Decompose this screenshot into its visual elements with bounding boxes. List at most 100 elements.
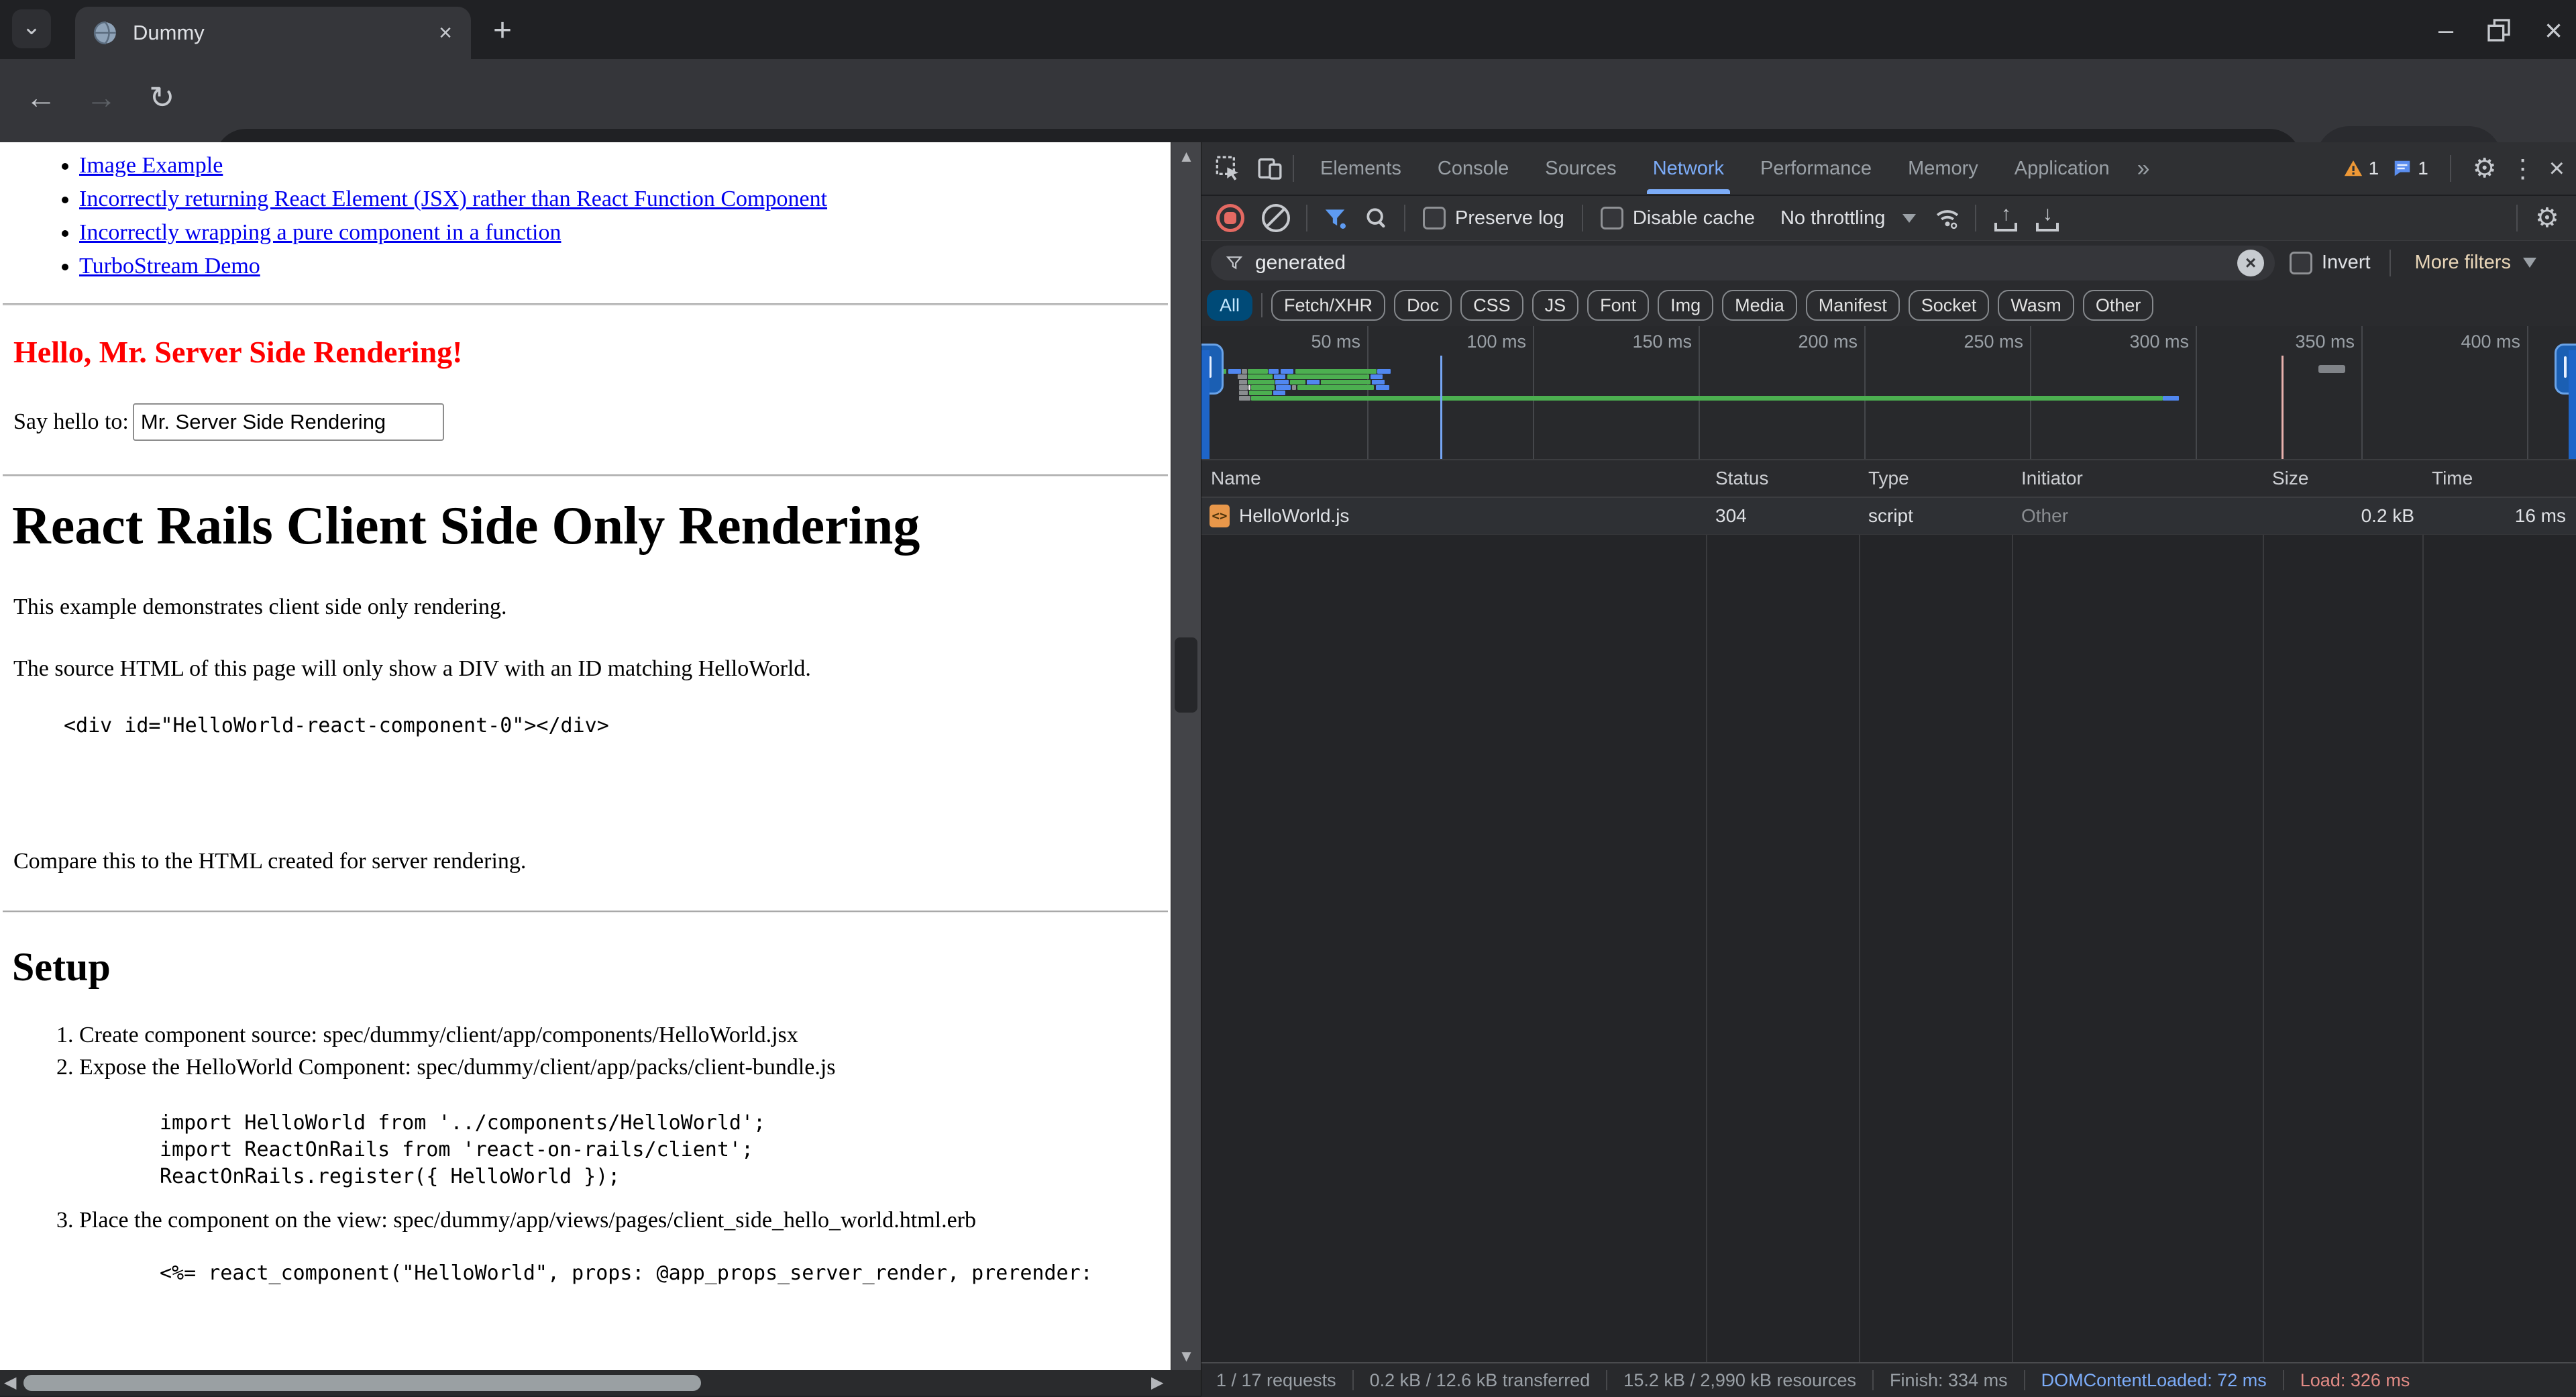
column-divider[interactable] (2422, 460, 2424, 1362)
waterfall-bar[interactable] (1321, 380, 1371, 384)
name-input[interactable] (133, 403, 444, 441)
column-divider[interactable] (2012, 460, 2013, 1362)
chip-manifest[interactable]: Manifest (1806, 290, 1900, 321)
chip-css[interactable]: CSS (1460, 290, 1523, 321)
tab-search-button[interactable]: ⌄ (12, 9, 51, 48)
tab-console[interactable]: Console (1419, 143, 1527, 194)
devtools-close-icon[interactable]: × (2549, 154, 2565, 184)
cell-initiator[interactable]: Other (2021, 498, 2068, 534)
waterfall-bar[interactable] (1248, 385, 1250, 390)
chip-wasm[interactable]: Wasm (1998, 290, 2074, 321)
horizontal-scrollbar-thumb[interactable] (23, 1375, 701, 1391)
import-har-icon[interactable]: ↑ (1992, 205, 2019, 231)
waterfall-bar[interactable] (1377, 369, 1391, 374)
waterfall-bar[interactable] (1239, 396, 1250, 401)
col-type[interactable]: Type (1868, 460, 1909, 497)
waterfall-bar[interactable] (1228, 369, 1242, 374)
column-divider[interactable] (1859, 460, 1860, 1362)
waterfall-bar[interactable] (1251, 385, 1275, 390)
waterfall-bar[interactable] (1248, 374, 1273, 379)
waterfall-bar[interactable] (1274, 374, 1285, 379)
disable-cache-checkbox[interactable] (1601, 207, 1623, 229)
waterfall-bar[interactable] (1290, 380, 1305, 384)
page-horizontal-scrollbar[interactable]: ◀ ▶ (0, 1370, 1201, 1396)
tab-application[interactable]: Application (1996, 143, 2128, 194)
chip-socket[interactable]: Socket (1909, 290, 1990, 321)
reload-button[interactable]: ↻ (149, 79, 175, 115)
scroll-down-icon[interactable]: ▼ (1171, 1347, 1201, 1366)
minimize-icon[interactable]: – (2438, 17, 2453, 44)
tab-elements[interactable]: Elements (1302, 143, 1419, 194)
chip-img[interactable]: Img (1658, 290, 1713, 321)
waterfall-bar[interactable] (1242, 369, 1247, 374)
messages-badge[interactable]: 1 (2392, 158, 2428, 179)
waterfall-bar[interactable] (1292, 385, 1296, 390)
cell-name[interactable]: HelloWorld.js (1239, 498, 1349, 534)
search-icon[interactable] (1364, 205, 1389, 231)
chip-other[interactable]: Other (2083, 290, 2154, 321)
filter-input[interactable]: generated × (1211, 246, 2275, 280)
waterfall-bar[interactable] (1276, 385, 1291, 390)
vertical-scrollbar-thumb[interactable] (1175, 637, 1197, 713)
waterfall-bar[interactable] (1307, 380, 1320, 384)
waterfall-bar[interactable] (1248, 369, 1268, 374)
invert-checkbox[interactable] (2290, 252, 2312, 274)
overview-right-bar[interactable] (2569, 350, 2576, 459)
devtools-kebab-icon[interactable]: ⋮ (2510, 154, 2536, 184)
waterfall-bar[interactable] (1287, 374, 1369, 379)
waterfall-bar[interactable] (1376, 385, 1389, 390)
link-turbostream[interactable]: TurboStream Demo (79, 254, 260, 278)
more-filters-button[interactable]: More filters (2415, 252, 2511, 274)
scroll-left-icon[interactable]: ◀ (4, 1373, 16, 1392)
col-size[interactable]: Size (2272, 460, 2308, 497)
link-image-example[interactable]: Image Example (79, 153, 223, 178)
chip-all[interactable]: All (1207, 290, 1252, 321)
chip-js[interactable]: JS (1532, 290, 1579, 321)
waterfall-bar[interactable] (1239, 380, 1247, 384)
back-button[interactable]: ← (25, 79, 56, 115)
preserve-log-checkbox[interactable] (1423, 207, 1446, 229)
table-row[interactable]: <> HelloWorld.js 304 script Other 0.2 kB… (1201, 498, 2576, 535)
tab-network[interactable]: Network (1635, 143, 1742, 194)
waterfall-bar[interactable] (1269, 369, 1278, 374)
export-har-icon[interactable]: ↓ (2034, 205, 2061, 231)
chip-media[interactable]: Media (1722, 290, 1797, 321)
restore-window-icon[interactable] (2485, 17, 2512, 44)
waterfall-bar[interactable] (1248, 380, 1275, 384)
waterfall-bar[interactable] (1297, 385, 1374, 390)
filter-funnel-icon[interactable] (1322, 205, 1348, 231)
tab-close-icon[interactable]: × (439, 20, 452, 46)
new-tab-button[interactable]: + (493, 15, 512, 47)
chip-font[interactable]: Font (1587, 290, 1649, 321)
waterfall-bar[interactable] (1239, 391, 1248, 395)
waterfall-bar[interactable] (1273, 391, 1286, 395)
device-toolbar-icon[interactable] (1255, 154, 1285, 183)
waterfall-bar[interactable] (1238, 374, 1246, 379)
scroll-right-icon[interactable]: ▶ (1151, 1373, 1163, 1392)
clear-filter-icon[interactable]: × (2237, 250, 2264, 276)
tab-sources[interactable]: Sources (1527, 143, 1634, 194)
col-time[interactable]: Time (2432, 460, 2473, 497)
network-overview[interactable]: 50 ms100 ms150 ms200 ms250 ms300 ms350 m… (1201, 326, 2576, 460)
column-divider[interactable] (2263, 460, 2264, 1362)
tab-memory[interactable]: Memory (1890, 143, 1996, 194)
col-status[interactable]: Status (1715, 460, 1768, 497)
col-name[interactable]: Name (1211, 460, 1261, 497)
page-vertical-scrollbar[interactable]: ▲ ▼ (1171, 142, 1201, 1370)
waterfall-bar[interactable] (1371, 374, 1383, 379)
record-network-log-icon[interactable] (1216, 204, 1244, 232)
waterfall-bar[interactable] (1249, 391, 1273, 395)
link-incorrect-wrap[interactable]: Incorrectly wrapping a pure component in… (79, 220, 561, 245)
throttling-select[interactable]: No throttling (1780, 207, 1885, 229)
chip-fetch-xhr[interactable]: Fetch/XHR (1271, 290, 1385, 321)
waterfall-bar[interactable] (1275, 380, 1289, 384)
waterfall-bar[interactable] (1251, 396, 2163, 401)
column-divider[interactable] (1706, 460, 1707, 1362)
browser-tab[interactable]: Dummy × (75, 7, 471, 59)
chip-doc[interactable]: Doc (1394, 290, 1452, 321)
waterfall-bar[interactable] (1295, 369, 1377, 374)
clear-network-log-icon[interactable] (1262, 204, 1290, 232)
waterfall-bar[interactable] (2163, 396, 2180, 401)
devtools-settings-gear-icon[interactable]: ⚙ (2473, 155, 2497, 182)
forward-button[interactable]: → (86, 79, 117, 115)
